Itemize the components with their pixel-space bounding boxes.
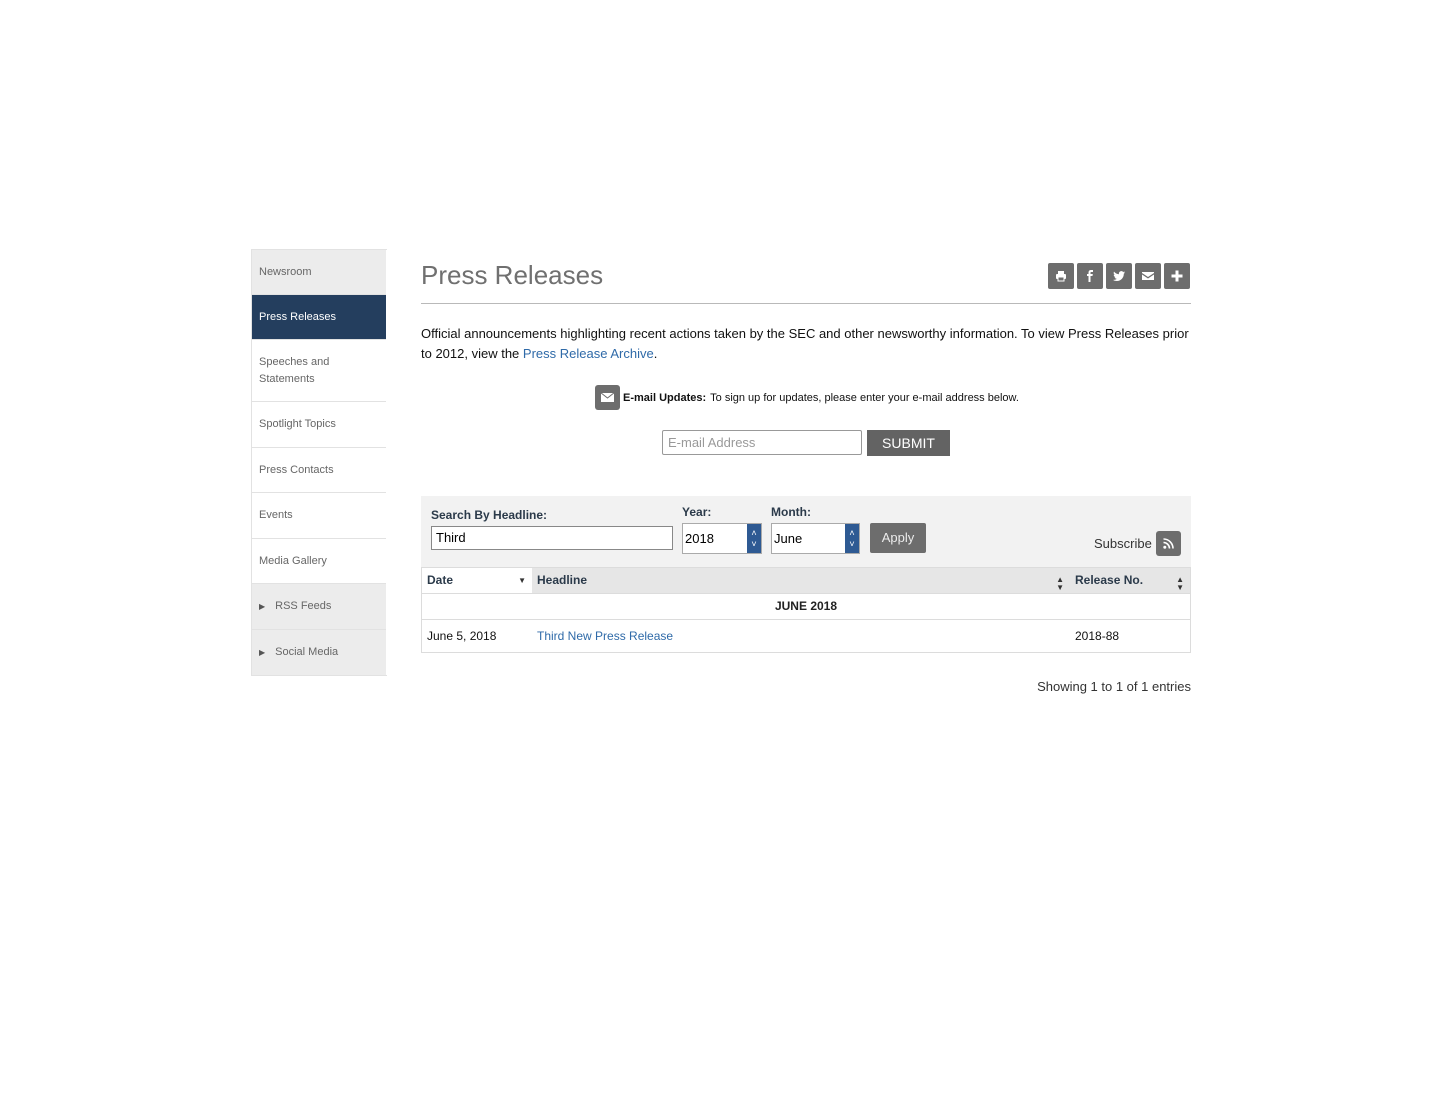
press-release-table: Date ▼ Headline ▲ ▼ Release No. ▲ ▼ JUNE 2…: [421, 567, 1191, 653]
column-label: Date: [427, 573, 454, 587]
sidebar-nav: Newsroom Press Releases Speeches and Sta…: [251, 249, 387, 676]
month-label: Month:: [771, 505, 811, 519]
column-label: Headline: [537, 573, 588, 587]
sidebar-item-events[interactable]: Events: [252, 493, 386, 539]
sidebar-item-newsroom[interactable]: Newsroom: [252, 250, 386, 295]
row-release-no: 2018-88: [1075, 629, 1120, 643]
table-group-header: JUNE 2018: [422, 593, 1190, 619]
rss-icon: [1163, 538, 1174, 549]
headline-search-input[interactable]: Third: [431, 526, 673, 550]
sidebar-item-social-media[interactable]: ▶ Social Media: [252, 630, 386, 675]
sidebar-item-spotlight-topics[interactable]: Spotlight Topics: [252, 402, 386, 448]
email-updates-icon: [595, 385, 620, 410]
sidebar-item-label: Press Releases: [259, 310, 337, 323]
month-value: June: [774, 531, 803, 546]
column-header-release-no[interactable]: Release No. ▲ ▼: [1070, 568, 1190, 593]
intro-text-end: .: [653, 346, 658, 361]
submit-button[interactable]: SUBMIT: [867, 430, 950, 456]
sidebar-item-label: Events: [259, 509, 293, 521]
twitter-share-button[interactable]: [1106, 263, 1132, 289]
press-release-archive-link[interactable]: Press Release Archive: [523, 346, 654, 361]
sort-both-icon: ▲ ▼: [1056, 575, 1064, 592]
sidebar-item-label: Media Gallery: [259, 554, 327, 567]
sidebar-item-label: Newsroom: [259, 265, 312, 278]
sidebar-item-press-contacts[interactable]: Press Contacts: [252, 448, 386, 493]
month-select[interactable]: June ˄ ˅: [771, 523, 860, 554]
table-row: June 5, 2018 Third New Press Release 201…: [422, 619, 1190, 652]
row-date: June 5, 2018: [427, 629, 497, 643]
spinner-arrows-icon[interactable]: ˄ ˅: [845, 524, 859, 553]
email-updates-text: To sign up for updates, please enter you…: [710, 391, 1019, 404]
facebook-share-button[interactable]: [1077, 263, 1103, 289]
sidebar-item-label: Spotlight Topics: [259, 418, 336, 430]
sidebar-item-label: Social Media: [275, 646, 339, 658]
sort-desc-icon: ▼: [518, 576, 526, 585]
caret-right-icon: ▶: [259, 602, 266, 611]
share-toolbar: [1048, 263, 1190, 289]
envelope-icon: [1142, 272, 1154, 280]
column-header-date[interactable]: Date ▼: [422, 568, 532, 593]
sidebar-item-media-gallery[interactable]: Media Gallery: [252, 539, 386, 584]
print-button[interactable]: [1048, 263, 1074, 289]
spinner-arrows-icon[interactable]: ˄ ˅: [747, 524, 761, 553]
apply-button[interactable]: Apply: [870, 523, 926, 553]
filter-bar: Search By Headline: Third Year: 2018 ˄ ˅ …: [421, 496, 1191, 567]
sidebar-item-label: Speeches and Statements: [259, 355, 330, 385]
email-field[interactable]: [662, 430, 862, 455]
year-select[interactable]: 2018 ˄ ˅: [682, 523, 762, 554]
print-icon: [1056, 271, 1066, 282]
year-label: Year:: [682, 505, 712, 519]
caret-right-icon: ▶: [259, 648, 266, 657]
year-value: 2018: [685, 531, 714, 546]
title-divider: [421, 303, 1191, 304]
sidebar-item-press-releases[interactable]: Press Releases: [252, 295, 386, 340]
email-share-button[interactable]: [1135, 263, 1161, 289]
twitter-icon: [1113, 271, 1125, 281]
sidebar-item-speeches[interactable]: Speeches and Statements: [252, 340, 386, 402]
sidebar-item-rss-feeds[interactable]: ▶ RSS Feeds: [252, 584, 386, 630]
table-info: Showing 1 to 1 of 1 entries: [1037, 679, 1191, 694]
table-header: Date ▼ Headline ▲ ▼ Release No. ▲ ▼: [422, 568, 1190, 593]
row-headline-link[interactable]: Third New Press Release: [537, 629, 673, 643]
intro-paragraph: Official announcements highlighting rece…: [421, 324, 1191, 364]
sidebar-item-label: RSS Feeds: [275, 600, 332, 612]
column-label: Release No.: [1075, 573, 1144, 587]
email-updates-label: E-mail Updates:: [623, 391, 707, 404]
plus-icon: [1171, 270, 1183, 282]
rss-subscribe-button[interactable]: [1156, 531, 1181, 556]
sort-both-icon: ▲ ▼: [1176, 575, 1184, 592]
page-title: Press Releases: [421, 260, 604, 290]
facebook-icon: [1087, 270, 1093, 282]
email-updates-line: E-mail Updates: To sign up for updates, …: [595, 385, 1019, 410]
column-header-headline[interactable]: Headline ▲ ▼: [532, 568, 1070, 593]
subscribe-label: Subscribe: [1094, 536, 1152, 551]
headline-search-label: Search By Headline:: [431, 508, 548, 522]
more-share-button[interactable]: [1164, 263, 1190, 289]
sidebar-item-label: Press Contacts: [259, 463, 334, 476]
